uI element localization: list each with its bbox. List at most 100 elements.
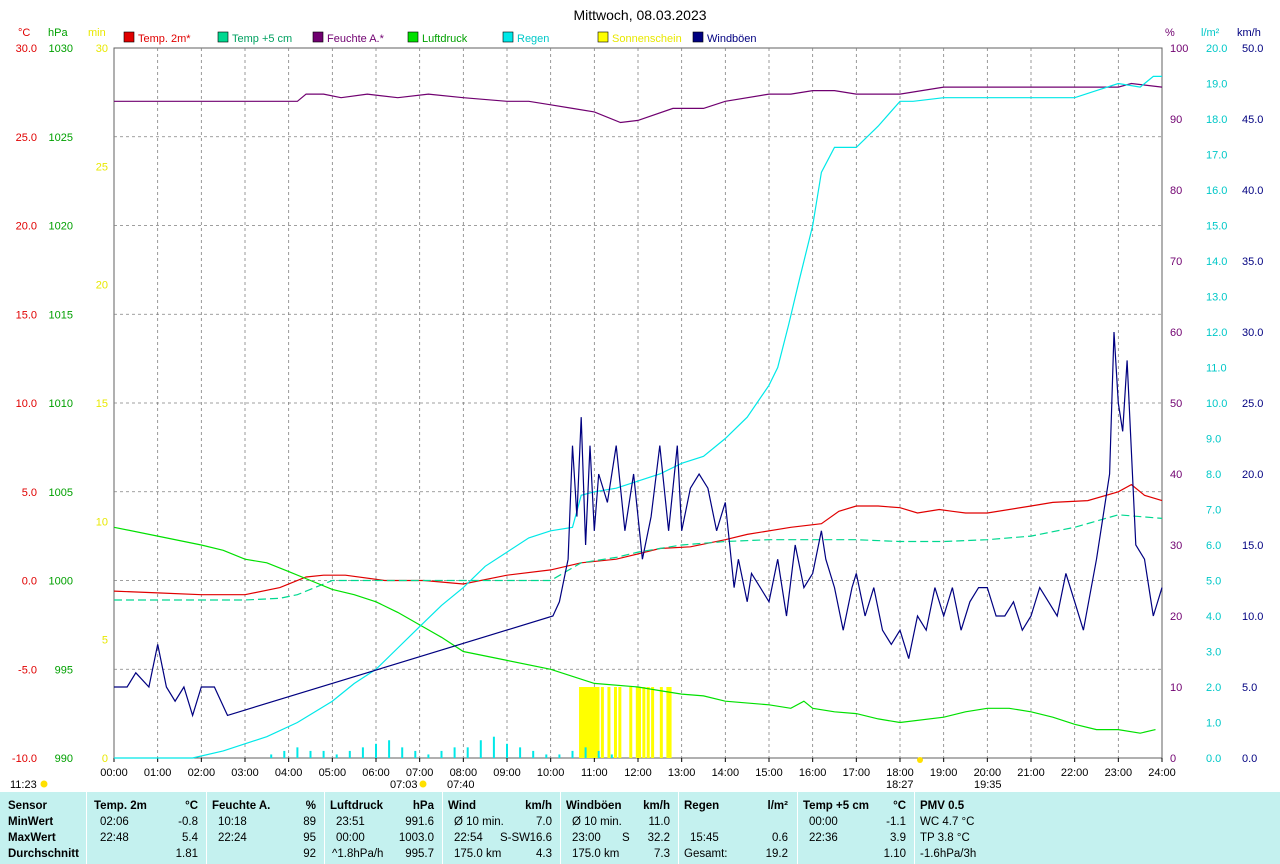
x-tick-label: 13:00 (668, 767, 696, 779)
pressure-axis-unit: hPa (48, 27, 68, 39)
pressure-tick-label: 1020 (49, 221, 73, 233)
temp5cm-min-time: 00:00 (809, 816, 838, 828)
summary-table: Sensor MinWert MaxWert Durchschnitt Temp… (0, 792, 1280, 864)
humidity-avg-value: 92 (303, 848, 316, 860)
rain-tick-label: 13.0 (1206, 292, 1227, 304)
rain-tick-label: 19.0 (1206, 79, 1227, 91)
pressure-trend: ^1.8hPa/h (332, 848, 384, 860)
x-tick-label: 06:00 (362, 767, 390, 779)
wind-tick-label: 50.0 (1242, 43, 1263, 55)
rain-tick-label: 7.0 (1206, 505, 1221, 517)
pmv-header: PMV 0.5 (920, 800, 965, 812)
legend-label: Temp. 2m* (138, 33, 191, 45)
x-tick-label: 10:00 (537, 767, 565, 779)
moon-icon (40, 780, 48, 788)
sun-icon (917, 757, 923, 763)
wind-distance: 175.0 km (454, 848, 502, 860)
temp5cm-min-value: -1.1 (886, 816, 906, 828)
x-tick-label: 07:00 (406, 767, 434, 779)
legend-label: Feuchte A.* (327, 33, 385, 45)
x-tick-label: 20:00 (974, 767, 1002, 779)
gusts-max-direction: S (622, 832, 630, 844)
sunshine-bar (668, 687, 672, 758)
humidity-tick-label: 80 (1170, 185, 1182, 197)
x-tick-label: 15:00 (755, 767, 783, 779)
sunset-alt-label: 19:35 (974, 779, 1002, 791)
pressure-avg-value: 995.7 (405, 848, 434, 860)
sunshine-tick-label: 0 (102, 753, 108, 765)
pressure-tick-label: 995 (55, 664, 73, 676)
sunshine-bar (613, 687, 617, 758)
wind-axis-unit: km/h (1237, 27, 1261, 39)
x-tick-label: 04:00 (275, 767, 303, 779)
sunshine-bar (651, 687, 655, 758)
x-tick-label: 03:00 (231, 767, 259, 779)
wind-tick-label: 5.0 (1242, 682, 1257, 694)
rain-tick-label: 10.0 (1206, 398, 1227, 410)
wind-max-time: 22:54 (454, 832, 483, 844)
x-tick-label: 11:00 (581, 767, 608, 779)
sunrise-label: 07:03 (390, 779, 418, 791)
humidity-min-value: 89 (303, 816, 316, 828)
wind-tick-label: 30.0 (1242, 327, 1263, 339)
legend-swatch (217, 31, 229, 43)
x-tick-label: 05:00 (319, 767, 347, 779)
rain-total-value: 19.2 (765, 848, 788, 860)
gusts-distance: 175.0 km (572, 848, 620, 860)
humidity-tick-label: 50 (1170, 398, 1182, 410)
rain-tick-label: 16.0 (1206, 185, 1227, 197)
wind-tick-label: 15.0 (1242, 540, 1263, 552)
rain-tick-label: 9.0 (1206, 434, 1221, 446)
humidity-min-time: 10:18 (218, 816, 247, 828)
sunshine-bar (638, 687, 641, 758)
x-tick-label: 17:00 (843, 767, 871, 779)
legend-label: Luftdruck (422, 33, 468, 45)
temp-tick-label: 25.0 (16, 132, 37, 144)
x-tick-label: 00:00 (100, 767, 128, 779)
gusts-max-value: 32.2 (647, 832, 670, 844)
gusts-max-time: 23:00 (572, 832, 601, 844)
x-tick-label: 22:00 (1061, 767, 1089, 779)
gusts-avg10-value: 11.0 (648, 816, 670, 828)
humidity-tick-label: 0 (1170, 753, 1176, 765)
sunshine-bar (629, 687, 633, 758)
temp2m-min-time: 02:06 (100, 816, 129, 828)
wind-unit: km/h (525, 800, 552, 812)
legend-label: Sonnenschein (612, 33, 682, 45)
rain-axis-unit: l/m² (1201, 27, 1220, 39)
wind-max-value: 16.6 (529, 832, 552, 844)
weather-chart: 00:00 01:00 02:00 03:00 04:00 05:00 06:00 07:00… (10, 7, 1263, 791)
sunshine-bar (607, 687, 611, 758)
humidity-tick-label: 20 (1170, 611, 1182, 623)
humidity-axis-unit: % (1165, 27, 1175, 39)
pressure-max-time: 00:00 (336, 832, 365, 844)
x-tick-label: 14:00 (712, 767, 740, 779)
temp-tick-label: 5.0 (22, 487, 37, 499)
temp5cm-max-value: 3.9 (890, 832, 906, 844)
gusts-avg-value: 7.3 (654, 848, 670, 860)
pressure-tick-label: 990 (55, 753, 73, 765)
humidity-tick-label: 30 (1170, 540, 1182, 552)
x-tick-label: 21:00 (1017, 767, 1045, 779)
x-tick-label: 08:00 (450, 767, 478, 779)
sunshine-tick-label: 30 (96, 43, 108, 55)
rain-tick-label: 14.0 (1206, 256, 1227, 268)
sunshine-tick-label: 5 (102, 635, 108, 647)
x-tick-label: 16:00 (799, 767, 827, 779)
pressure-header: Luftdruck (330, 800, 384, 812)
rain-tick-label: 17.0 (1206, 150, 1227, 162)
humidity-tick-label: 100 (1170, 43, 1188, 55)
temp5cm-header: Temp +5 cm (803, 800, 869, 812)
temp2m-avg-value: 1.81 (175, 848, 198, 860)
row-label-min: MinWert (8, 816, 54, 828)
temp-tick-label: 30.0 (16, 43, 37, 55)
pressure-min-value: 991.6 (405, 816, 434, 828)
humidity-tick-label: 90 (1170, 114, 1182, 126)
gusts-header: Windböen (566, 800, 622, 812)
sunshine-axis-unit: min (88, 27, 106, 39)
legend-swatch (502, 31, 514, 43)
legend-label: Regen (517, 33, 549, 45)
sun-icon (419, 780, 427, 788)
sunset-label: 18:27 (886, 779, 914, 791)
humidity-tick-label: 10 (1170, 682, 1182, 694)
